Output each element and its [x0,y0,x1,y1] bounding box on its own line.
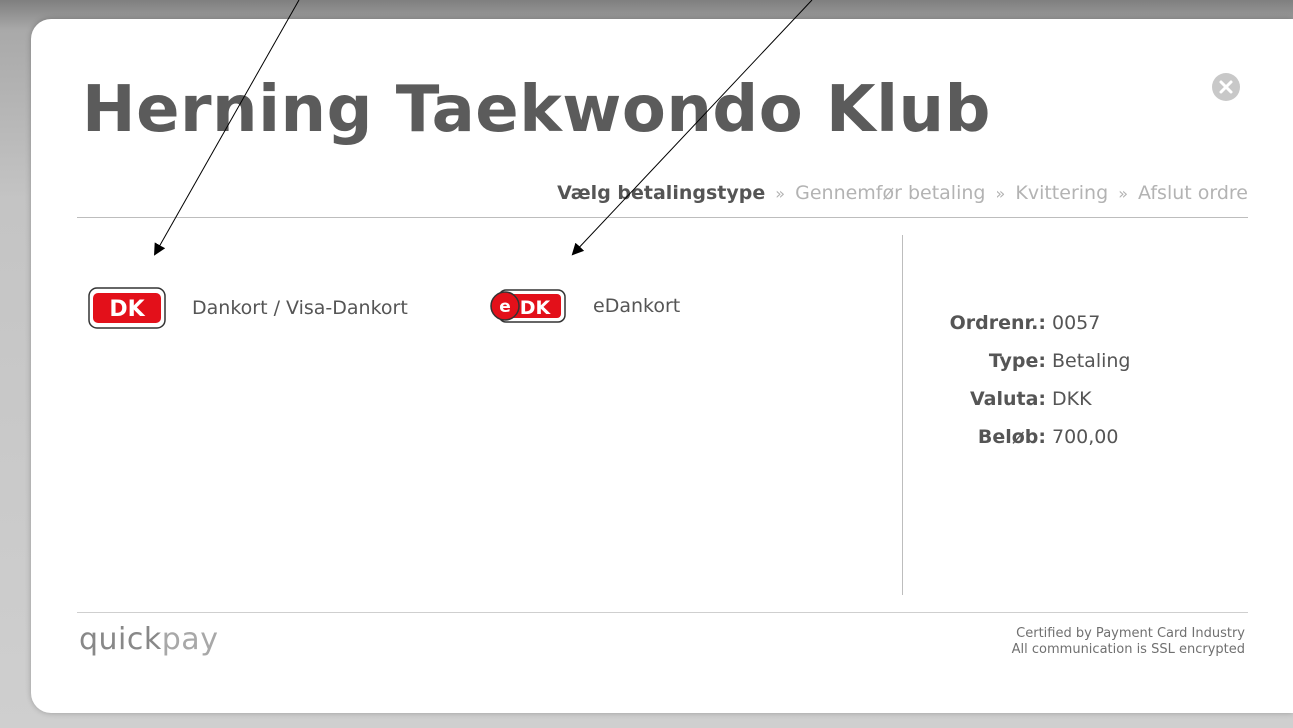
order-number-value: 0057 [1052,312,1101,334]
order-currency-value: DKK [1052,388,1092,410]
order-currency-row: Valuta: DKK [905,380,1205,418]
svg-text:e: e [499,297,511,317]
step-finish-order: Afslut ordre [1138,182,1248,204]
security-notice: Certified by Payment Card Industry All c… [1012,626,1245,658]
close-button[interactable] [1212,73,1240,101]
svg-text:DK: DK [109,297,145,322]
order-amount-label: Beløb: [977,426,1046,448]
order-number-label: Ordrenr.: [949,312,1046,334]
page-title: Herning Taekwondo Klub [82,73,991,147]
divider [77,217,1248,218]
order-summary: Ordrenr.: 0057 Type: Betaling Valuta: DK… [905,304,1205,456]
step-separator: » [995,184,1006,203]
vertical-divider [902,235,903,595]
payment-option-edankort[interactable]: e DK eDankort [489,287,680,325]
step-separator: » [775,184,786,203]
cert-line: Certified by Payment Card Industry [1016,626,1245,641]
step-complete-payment: Gennemfør betaling [795,182,986,204]
order-type-label: Type: [988,350,1046,372]
payment-option-dankort[interactable]: DK Dankort / Visa-Dankort [88,287,408,329]
ssl-line: All communication is SSL encrypted [1011,642,1245,657]
step-choose-payment: Vælg betalingstype [557,182,766,204]
step-separator: » [1118,184,1128,203]
footer-divider [77,612,1248,613]
brand-text-light: pay [161,622,219,657]
quickpay-logo: quickpay [79,622,218,657]
order-amount-row: Beløb: 700,00 [905,418,1205,456]
payment-option-label: Dankort / Visa-Dankort [192,297,408,319]
svg-text:DK: DK [520,297,552,319]
order-type-value: Betaling [1052,350,1131,372]
step-receipt: Kvittering [1015,182,1109,204]
close-icon [1219,80,1233,94]
dankort-icon: DK [88,287,166,329]
order-currency-label: Valuta: [969,388,1046,410]
payment-option-label: eDankort [593,295,681,317]
order-amount-value: 700,00 [1052,426,1119,448]
checkout-steps: Vælg betalingstype » Gennemfør betaling … [557,182,1248,204]
order-number-row: Ordrenr.: 0057 [905,304,1205,342]
edankort-icon: e DK [489,287,567,325]
order-type-row: Type: Betaling [905,342,1205,380]
brand-text-bold: quick [79,622,162,657]
